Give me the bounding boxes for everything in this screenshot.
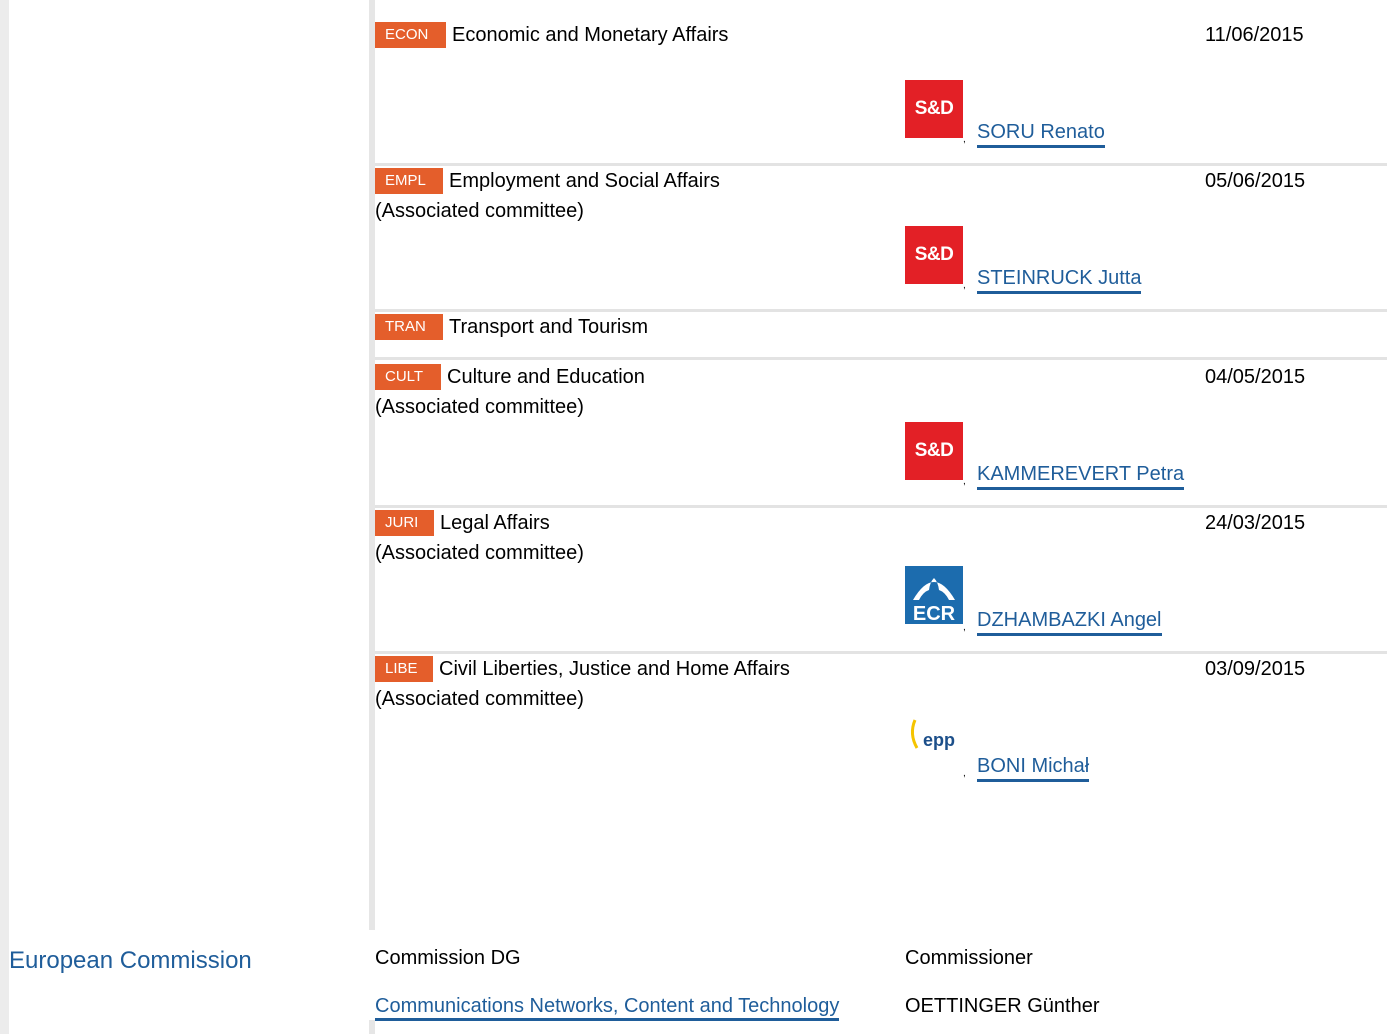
rapporteur-link-soru[interactable]: SORU Renato (977, 120, 1105, 148)
commissioner-header: Commissioner (905, 947, 1033, 969)
committee-name: Economic and Monetary Affairs (452, 24, 729, 46)
committee-name: Transport and Tourism (449, 316, 648, 338)
separator: , (963, 768, 966, 779)
epp-group-icon: epp (905, 712, 963, 770)
associated-label: (Associated committee) (375, 542, 584, 564)
commission-dg-link[interactable]: Communications Networks, Content and Tec… (375, 994, 840, 1021)
rapporteur-link-kammerevert[interactable]: KAMMEREVERT Petra (977, 462, 1185, 490)
committee-badge-juri: JURI (375, 510, 434, 536)
separator: , (963, 134, 966, 145)
committee-name: Employment and Social Affairs (449, 170, 720, 192)
associated-label: (Associated committee) (375, 688, 584, 710)
commissioner-name: OETTINGER Günther (905, 995, 1100, 1017)
associated-label: (Associated committee) (375, 396, 584, 418)
appointment-date: 04/05/2015 (1205, 366, 1306, 388)
rapporteur-link-steinruck[interactable]: STEINRUCK Jutta (977, 266, 1142, 294)
committee-badge-empl: EMPL (375, 168, 443, 194)
committee-row-juri: JURI Legal Affairs (Associated committee… (375, 510, 1387, 650)
column-divider-bottom (369, 1020, 375, 1034)
separator: , (963, 476, 966, 487)
row-divider (375, 163, 1387, 166)
s-and-d-group-icon: S&D (905, 80, 963, 138)
committee-name: Culture and Education (447, 366, 645, 388)
s-and-d-group-icon: S&D (905, 422, 963, 480)
row-divider (375, 651, 1387, 654)
committee-row-cult: CULT Culture and Education (Associated c… (375, 364, 1387, 504)
committee-badge-cult: CULT (375, 364, 441, 390)
committee-name: Civil Liberties, Justice and Home Affair… (439, 658, 790, 680)
separator: , (963, 280, 966, 291)
row-divider (375, 505, 1387, 508)
appointment-date: 03/09/2015 (1205, 658, 1306, 680)
separator: , (963, 622, 966, 633)
left-column (0, 0, 371, 1034)
commission-dg-header: Commission DG (375, 947, 521, 969)
rapporteur-link-dzhambazki[interactable]: DZHAMBAZKI Angel (977, 608, 1162, 636)
committee-badge-econ: ECON (375, 22, 446, 48)
european-commission-title: European Commission (9, 947, 252, 974)
rapporteur-link-boni[interactable]: BONI Michał (977, 754, 1090, 782)
appointment-date: 24/03/2015 (1205, 512, 1306, 534)
committee-badge-tran: TRAN (375, 314, 443, 340)
ecr-group-icon: ECR (905, 566, 963, 625)
appointment-date: 05/06/2015 (1205, 170, 1306, 192)
committee-badge-libe: LIBE (375, 656, 433, 682)
appointment-date: 11/06/2015 (1205, 24, 1304, 46)
s-and-d-group-icon: S&D (905, 226, 963, 284)
row-divider (375, 309, 1387, 312)
committee-row-libe: LIBE Civil Liberties, Justice and Home A… (375, 656, 1387, 796)
associated-label: (Associated committee) (375, 200, 584, 222)
committee-row-tran: TRAN Transport and Tourism (375, 314, 1387, 354)
committee-row-empl: EMPL Employment and Social Affairs (Asso… (375, 168, 1387, 308)
committee-row-econ: ECON Economic and Monetary Affairs 11/06… (375, 22, 1387, 162)
row-divider (375, 357, 1387, 360)
svg-text:ECR: ECR (913, 603, 956, 624)
svg-text:epp: epp (923, 730, 955, 750)
committee-name: Legal Affairs (440, 512, 550, 534)
